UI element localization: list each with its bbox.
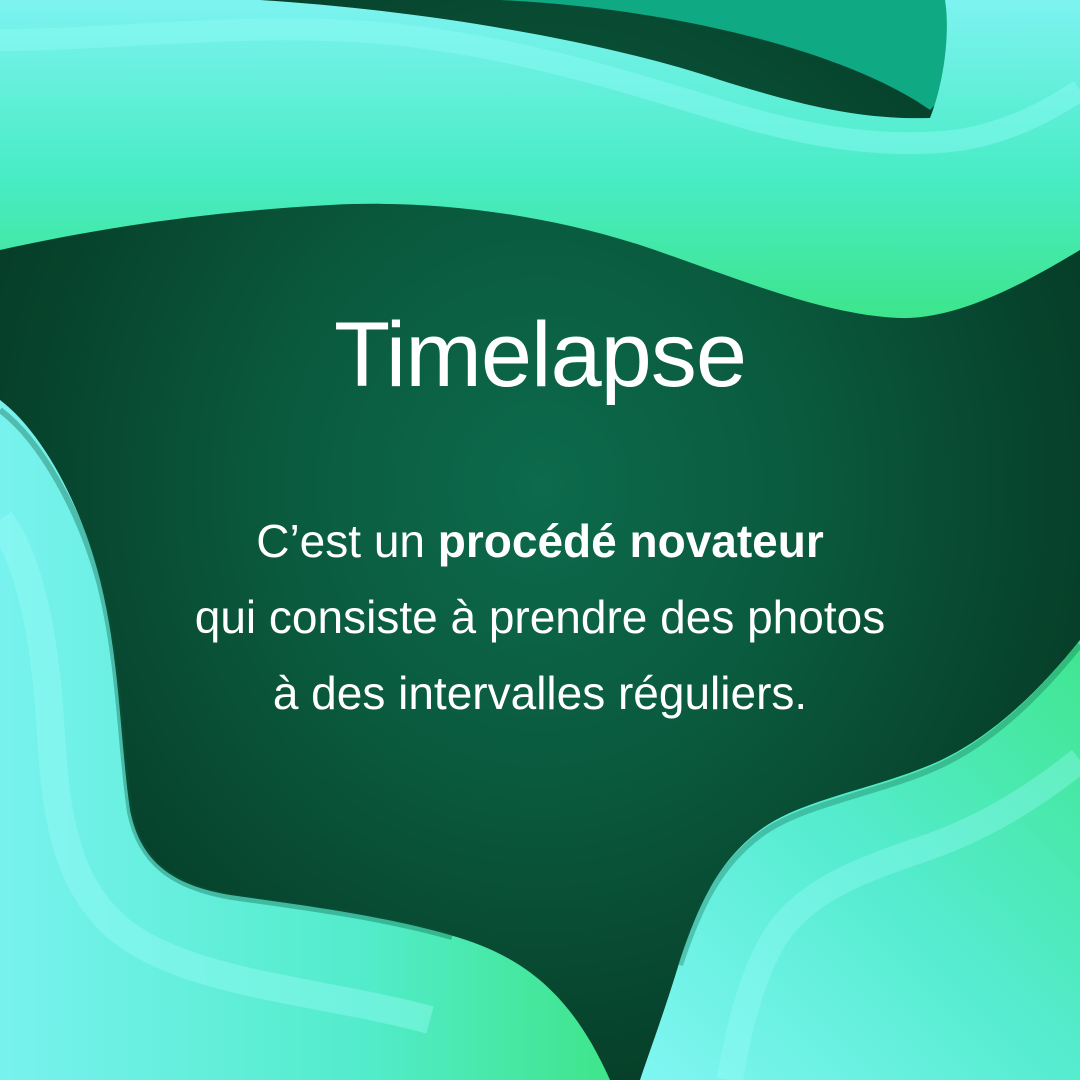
slide-canvas: Timelapse C’est un procédé novateur qui …	[0, 0, 1080, 1080]
description-line-1: C’est un procédé novateur	[0, 503, 1080, 579]
slide-description: C’est un procédé novateur qui consiste à…	[0, 503, 1080, 731]
description-line-1-bold: procédé novateur	[437, 515, 824, 567]
description-line-1-regular: C’est un	[256, 515, 438, 567]
description-line-3: à des intervalles réguliers.	[272, 667, 808, 719]
description-line-2: qui consiste à prendre des photos	[194, 591, 886, 643]
slide-title: Timelapse	[334, 304, 747, 406]
left-tube	[0, 400, 610, 1080]
